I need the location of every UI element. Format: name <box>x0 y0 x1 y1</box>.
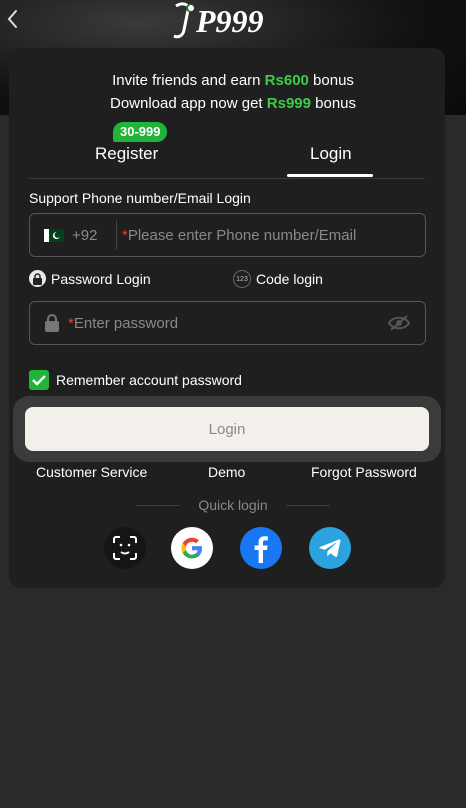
remember-checkbox[interactable] <box>29 370 49 390</box>
password-login-option[interactable]: Password Login <box>29 270 151 287</box>
auth-tabs: Register Login <box>29 140 425 179</box>
field-divider <box>116 220 117 250</box>
invite-line-2: Download app now get Rs999 bonus <box>109 95 357 112</box>
eye-off-icon[interactable] <box>387 314 411 332</box>
demo-link[interactable]: Demo <box>208 464 245 480</box>
facebook-icon[interactable] <box>240 527 282 569</box>
invite-line-1: Invite friends and earn Rs600 bonus <box>112 72 354 89</box>
remember-label: Remember account password <box>56 372 242 388</box>
login-button-focus-ring: Login <box>13 396 441 462</box>
password-placeholder[interactable]: *Enter password <box>68 315 178 332</box>
chevron-left-icon[interactable] <box>4 8 22 30</box>
password-lock-icon <box>45 314 59 332</box>
tab-register[interactable]: Register <box>95 144 158 164</box>
register-bonus-badge: 30-999 <box>113 122 168 142</box>
invite-amount-1: Rs600 <box>264 72 309 89</box>
face-id-icon[interactable] <box>104 527 146 569</box>
customer-service-link[interactable]: Customer Service <box>36 464 147 480</box>
quick-login-label: Quick login <box>198 497 268 513</box>
pakistan-flag-icon[interactable] <box>44 229 64 242</box>
password-field[interactable]: *Enter password <box>29 301 426 345</box>
code-login-option[interactable]: 123 Code login <box>233 270 323 288</box>
logo-text: P999 <box>195 3 264 39</box>
lock-icon <box>29 270 46 287</box>
quick-login-divider-right <box>286 505 330 506</box>
tab-login[interactable]: Login <box>310 144 352 164</box>
login-button[interactable]: Login <box>25 407 429 451</box>
password-login-label: Password Login <box>51 270 151 287</box>
brand-logo: P999 <box>173 2 264 39</box>
phone-placeholder[interactable]: *Please enter Phone number/Email <box>122 227 356 244</box>
forgot-password-link[interactable]: Forgot Password <box>311 464 417 480</box>
country-code[interactable]: +92 <box>72 227 97 244</box>
active-tab-indicator <box>287 174 373 177</box>
code-123-icon: 123 <box>233 270 251 288</box>
remember-password[interactable]: Remember account password <box>29 370 242 390</box>
phone-email-field[interactable]: +92 *Please enter Phone number/Email <box>29 213 426 257</box>
google-icon[interactable] <box>171 527 213 569</box>
invite-amount-2: Rs999 <box>266 95 311 112</box>
code-login-label: Code login <box>256 271 323 287</box>
login-method-label: Support Phone number/Email Login <box>29 190 251 206</box>
telegram-icon[interactable] <box>309 527 351 569</box>
